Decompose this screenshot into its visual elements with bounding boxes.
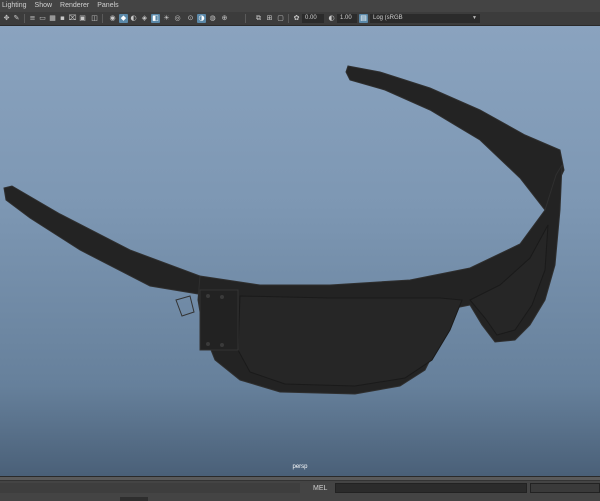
colorspace-value: Log (sRGB: [373, 15, 403, 21]
image-plane-icon[interactable]: ▣: [78, 14, 87, 23]
help-line: [0, 483, 300, 493]
wireframe-icon[interactable]: ◉: [108, 14, 117, 23]
viewport-toolbar: ✥ ✎ ≡ ▭ ▦ ▪ ⌧ ▣ ◫ ◉ ◆ ◐ ◈ ◧ ☀ ◎ ⊙ ◑ ◍ ⊕ …: [0, 12, 600, 26]
gamma-field[interactable]: 1.00: [337, 14, 357, 23]
scrollbar-thumb[interactable]: [120, 497, 148, 501]
script-language-label[interactable]: MEL: [313, 484, 327, 493]
colorspace-dropdown[interactable]: Log (sRGB ▼: [370, 14, 480, 23]
perspective-viewport[interactable]: persp: [0, 26, 600, 476]
command-input[interactable]: [335, 483, 527, 493]
lights-icon[interactable]: ◈: [140, 14, 149, 23]
exposure-icon[interactable]: ✿: [292, 14, 301, 23]
left-lens: [237, 295, 463, 387]
smooth-shade-icon[interactable]: ◆: [119, 14, 128, 23]
exposure-field[interactable]: 0.00: [302, 14, 324, 23]
left-temple-arm: [3, 185, 211, 297]
dot-icon[interactable]: ▪: [58, 14, 67, 23]
hinge-screw: [206, 342, 210, 346]
paint-icon[interactable]: ✎: [12, 14, 21, 23]
isolate-icon[interactable]: ⊙: [186, 14, 195, 23]
xray-icon[interactable]: ◑: [197, 14, 206, 23]
menu-renderer[interactable]: Renderer: [58, 0, 95, 12]
gamma-icon[interactable]: ◐: [327, 14, 336, 23]
command-line-bar: MEL: [0, 476, 600, 501]
menu-panels[interactable]: Panels: [95, 0, 124, 12]
command-result: [530, 483, 600, 493]
camera-lock-icon[interactable]: ⌧: [68, 14, 77, 23]
toolbar-separator: [245, 14, 246, 23]
film-icon[interactable]: ▭: [38, 14, 47, 23]
shadows-icon[interactable]: ◧: [151, 14, 160, 23]
resolution-gate-icon[interactable]: ⊕: [220, 14, 229, 23]
menu-lighting[interactable]: Lighting: [0, 0, 33, 12]
menu-list-icon[interactable]: ≡: [28, 14, 37, 23]
camera-name-label: persp: [292, 464, 308, 470]
textured-icon[interactable]: ◐: [129, 14, 138, 23]
motion-blur-icon[interactable]: ◎: [173, 14, 182, 23]
toolbar-separator: [288, 14, 289, 23]
safe-action-icon[interactable]: ▢: [276, 14, 285, 23]
hinge-screw: [220, 343, 224, 347]
gate-mask-alt-icon[interactable]: ⊞: [265, 14, 274, 23]
grid-icon[interactable]: ▦: [48, 14, 57, 23]
ambient-occlusion-icon[interactable]: ☀: [162, 14, 171, 23]
menu-bar: Lighting Show Renderer Panels: [0, 0, 600, 12]
gate-mask-icon[interactable]: ⧉: [254, 14, 263, 23]
hinge-screw: [206, 294, 210, 298]
chevron-down-icon: ▼: [472, 15, 477, 21]
field-chart-icon[interactable]: ◫: [90, 14, 99, 23]
hinge-plate: [199, 289, 239, 351]
right-temple-arm: [345, 65, 565, 211]
hinge-screw: [220, 295, 224, 299]
colorspace-icon[interactable]: ▤: [359, 14, 368, 23]
xray-joints-icon[interactable]: ◍: [208, 14, 217, 23]
temple-logo: [175, 295, 195, 317]
toolbar-separator: [24, 14, 25, 23]
move-camera-icon[interactable]: ✥: [2, 14, 11, 23]
sunglasses-model: [3, 65, 565, 395]
toolbar-separator: [102, 14, 103, 23]
divider: [0, 480, 600, 481]
menu-show[interactable]: Show: [33, 0, 59, 12]
